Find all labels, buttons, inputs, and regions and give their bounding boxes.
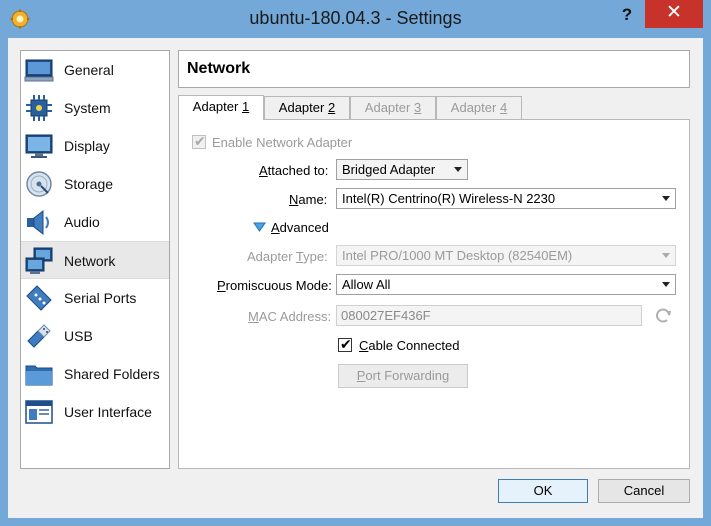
sidebar-item-label: Shared Folders bbox=[64, 366, 160, 382]
dialog-client: General System Display Storage Audio Net… bbox=[8, 38, 703, 518]
sidebar-item-general[interactable]: General bbox=[21, 51, 169, 89]
sidebar-item-storage[interactable]: Storage bbox=[21, 165, 169, 203]
promiscuous-mode-value: Allow All bbox=[342, 277, 391, 292]
check-icon: ✔ bbox=[194, 133, 206, 149]
promiscuous-mode-select[interactable]: Allow All bbox=[336, 274, 676, 295]
sidebar-item-label: Audio bbox=[64, 214, 100, 230]
tab-label-key: 4 bbox=[499, 100, 508, 115]
name-value: Intel(R) Centrino(R) Wireless-N 2230 bbox=[342, 191, 556, 206]
sidebar-item-label: General bbox=[64, 62, 114, 78]
sidebar-item-serial-ports[interactable]: Serial Ports bbox=[21, 279, 169, 317]
tab-adapter-4[interactable]: Adapter 4 bbox=[436, 96, 522, 119]
advanced-label: Advanced bbox=[271, 220, 329, 235]
sidebar-item-label: System bbox=[64, 100, 111, 116]
sidebar-item-system[interactable]: System bbox=[21, 89, 169, 127]
adapter-type-select[interactable]: Intel PRO/1000 MT Desktop (82540EM) bbox=[336, 245, 676, 266]
check-icon: ✔ bbox=[340, 336, 352, 352]
sidebar-item-usb[interactable]: USB bbox=[21, 317, 169, 355]
sidebar-item-audio[interactable]: Audio bbox=[21, 203, 169, 241]
enable-adapter-label: Enable Network Adapter bbox=[212, 135, 353, 150]
port-forwarding-button[interactable]: Port Forwarding bbox=[338, 364, 468, 388]
mac-address-field[interactable]: 080027EF436F bbox=[336, 305, 642, 326]
user-interface-icon bbox=[25, 400, 53, 424]
title-bar[interactable]: ubuntu-180.04.3 - Settings ? ✕ bbox=[0, 0, 711, 38]
tab-label: Adapter bbox=[450, 100, 500, 115]
settings-window: ubuntu-180.04.3 - Settings ? ✕ General S… bbox=[0, 0, 711, 526]
chevron-down-icon bbox=[454, 167, 462, 172]
mac-address-label: MAC Address: bbox=[248, 309, 332, 324]
usb-icon bbox=[27, 324, 51, 348]
close-button[interactable]: ✕ bbox=[645, 0, 703, 28]
sidebar-item-label: Network bbox=[64, 253, 116, 269]
attached-to-label: Attached to: bbox=[259, 163, 329, 178]
attached-to-value: Bridged Adapter bbox=[342, 162, 436, 177]
tab-label: Adapter bbox=[192, 99, 242, 114]
name-label: Name: bbox=[289, 192, 328, 207]
promiscuous-mode-label: Promiscuous Mode: bbox=[217, 278, 332, 293]
help-button[interactable]: ? bbox=[614, 2, 640, 28]
adapter-type-value: Intel PRO/1000 MT Desktop (82540EM) bbox=[342, 248, 573, 263]
serial-port-icon bbox=[26, 285, 52, 311]
storage-icon bbox=[26, 171, 52, 197]
sidebar-item-label: User Interface bbox=[64, 404, 152, 420]
settings-sidebar: General System Display Storage Audio Net… bbox=[20, 50, 170, 469]
sidebar-item-network[interactable]: Network bbox=[21, 241, 169, 279]
tab-label-key: 1 bbox=[241, 99, 250, 114]
cancel-button[interactable]: Cancel bbox=[598, 479, 690, 503]
sidebar-item-user-interface[interactable]: User Interface bbox=[21, 393, 169, 431]
display-icon bbox=[25, 134, 53, 158]
tab-label: Adapter bbox=[364, 100, 414, 115]
refresh-icon[interactable] bbox=[653, 306, 673, 326]
ok-button[interactable]: OK bbox=[498, 479, 588, 503]
network-icon bbox=[25, 247, 53, 274]
speaker-icon bbox=[27, 209, 49, 236]
chevron-down-icon bbox=[662, 282, 670, 287]
page-header: Network bbox=[178, 50, 690, 88]
enable-adapter-checkbox[interactable]: ✔ bbox=[192, 133, 206, 149]
mac-address-value: 080027EF436F bbox=[341, 308, 431, 323]
cable-connected-checkbox[interactable]: ✔ bbox=[338, 336, 352, 352]
attached-to-select[interactable]: Bridged Adapter bbox=[336, 159, 468, 180]
sidebar-item-display[interactable]: Display bbox=[21, 127, 169, 165]
cable-connected-label: Cable Connected bbox=[359, 338, 460, 353]
triangle-down-icon bbox=[253, 222, 266, 232]
sidebar-item-label: Serial Ports bbox=[64, 290, 137, 306]
sidebar-item-label: Storage bbox=[64, 176, 114, 192]
sidebar-item-label: USB bbox=[64, 328, 93, 344]
general-icon bbox=[24, 59, 54, 82]
name-select[interactable]: Intel(R) Centrino(R) Wireless-N 2230 bbox=[336, 188, 676, 209]
sidebar-item-shared-folders[interactable]: Shared Folders bbox=[21, 355, 169, 393]
sidebar-item-label: Display bbox=[64, 138, 110, 154]
adapter-panel: ✔ Enable Network Adapter Attached to: Br… bbox=[178, 119, 690, 469]
tab-adapter-3[interactable]: Adapter 3 bbox=[350, 96, 436, 119]
page-title: Network bbox=[187, 60, 251, 77]
window-title: ubuntu-180.04.3 - Settings bbox=[249, 8, 462, 28]
tab-adapter-2[interactable]: Adapter 2 bbox=[264, 96, 350, 119]
chevron-down-icon bbox=[662, 196, 670, 201]
tab-adapter-1[interactable]: Adapter 1 bbox=[178, 95, 264, 120]
tab-label-key: 2 bbox=[327, 100, 336, 115]
advanced-toggle[interactable]: Advanced bbox=[253, 220, 329, 235]
chevron-down-icon bbox=[662, 253, 670, 258]
system-icon bbox=[26, 95, 52, 121]
tab-label-key: 3 bbox=[413, 100, 422, 115]
tab-label: Adapter bbox=[278, 100, 328, 115]
adapter-type-label: Adapter Type: bbox=[247, 249, 328, 264]
folder-icon bbox=[25, 365, 53, 386]
